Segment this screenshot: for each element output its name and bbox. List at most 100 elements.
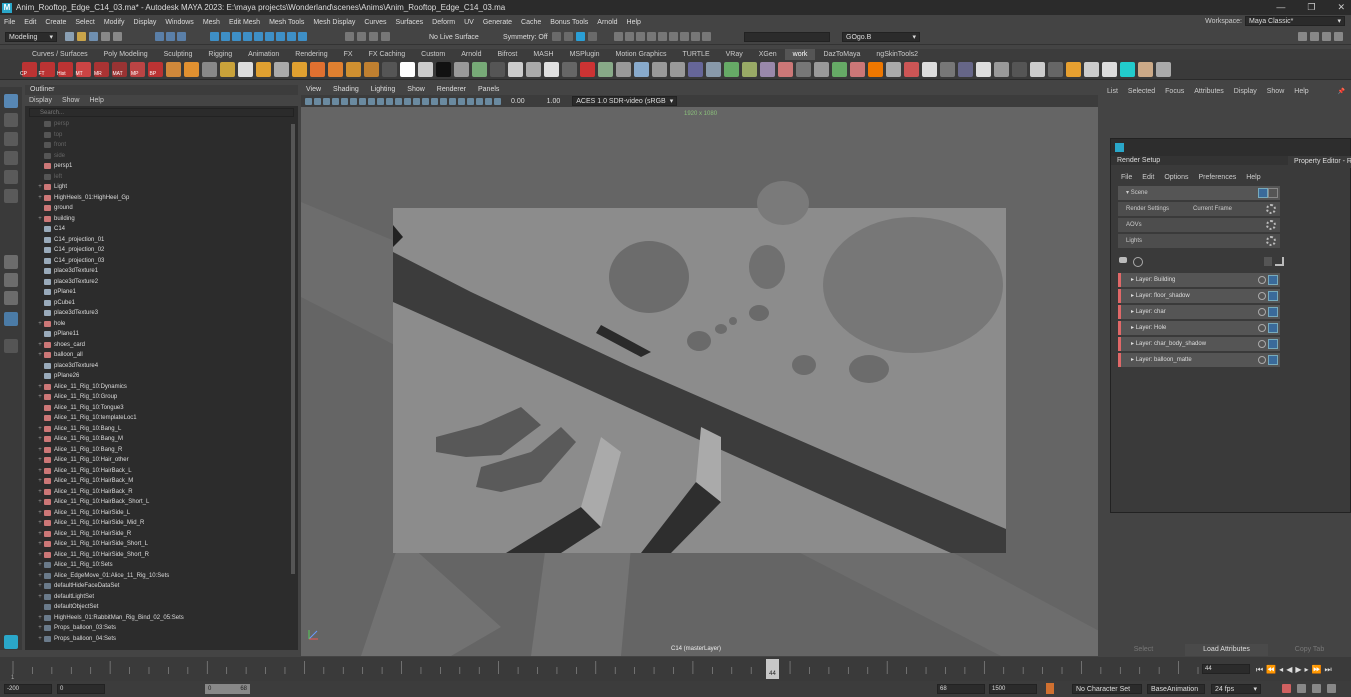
- outliner-item[interactable]: place3dTexture3: [25, 308, 295, 319]
- menu-item-select[interactable]: Select: [75, 19, 94, 26]
- viewport-menu-view[interactable]: View: [306, 85, 321, 95]
- outliner-item[interactable]: + Alice_11_Rig_10:HairSide_L: [25, 508, 295, 519]
- shelf-tool-icon[interactable]: [993, 62, 1009, 77]
- expand-toggle-icon[interactable]: +: [36, 350, 44, 361]
- motion-blur-icon[interactable]: [467, 97, 474, 105]
- xray-icon[interactable]: [494, 97, 501, 105]
- shelf-tool-icon[interactable]: [615, 62, 631, 77]
- exposure-field[interactable]: 0.00: [511, 98, 525, 105]
- shelf-tool-icon[interactable]: [291, 62, 307, 77]
- shelf-tab-sculpting[interactable]: Sculpting: [156, 49, 201, 60]
- menu-item-display[interactable]: Display: [133, 19, 156, 26]
- delete-layer-icon[interactable]: [1264, 257, 1272, 266]
- shelf-tool-icon[interactable]: [903, 62, 919, 77]
- go-to-start-icon[interactable]: ⏮: [1256, 665, 1263, 675]
- shelf-tool-icon[interactable]: [579, 62, 595, 77]
- outliner-item[interactable]: + Alice_11_Rig_10:Hair_other: [25, 455, 295, 466]
- expand-toggle-icon[interactable]: +: [36, 581, 44, 592]
- menu-item-modify[interactable]: Modify: [104, 19, 125, 26]
- render-frame-icon[interactable]: [552, 32, 561, 41]
- viewport-menu-shading[interactable]: Shading: [333, 85, 359, 95]
- render-layer-row[interactable]: ▸ Layer: Hole: [1118, 321, 1280, 335]
- close-icon[interactable]: ✕: [1337, 2, 1345, 13]
- menu-item-deform[interactable]: Deform: [432, 19, 455, 26]
- layout-icon[interactable]: [614, 32, 623, 41]
- expand-toggle-icon[interactable]: +: [36, 434, 44, 445]
- ipr-icon[interactable]: [564, 32, 573, 41]
- shelf-tool-icon[interactable]: [651, 62, 667, 77]
- outliner-menu-show[interactable]: Show: [62, 95, 80, 106]
- camera-dropdown[interactable]: GOgo.B ▾: [842, 32, 920, 42]
- render-layer-row[interactable]: ▸ Layer: Building: [1118, 273, 1280, 287]
- step-back-key-icon[interactable]: ⏪: [1266, 665, 1276, 675]
- minimize-icon[interactable]: —: [1276, 2, 1285, 13]
- visibility-eye-icon[interactable]: [1258, 356, 1266, 364]
- symmetry-label[interactable]: Symmetry: Off: [503, 34, 548, 41]
- outliner-search-input[interactable]: Search...: [29, 108, 294, 117]
- expand-toggle-icon[interactable]: +: [36, 550, 44, 561]
- shelf-tool-icon[interactable]: [237, 62, 253, 77]
- outliner-item[interactable]: + HighHeels_01:HighHeel_Gp: [25, 193, 295, 204]
- tool-settings-icon[interactable]: [1322, 32, 1331, 41]
- shelf-tool-icon[interactable]: [1011, 62, 1027, 77]
- render-setup-menu-edit[interactable]: Edit: [1142, 171, 1154, 184]
- expand-toggle-icon[interactable]: +: [36, 508, 44, 519]
- gear-icon[interactable]: [1266, 204, 1276, 214]
- input-ops-icon[interactable]: [345, 32, 354, 41]
- visibility-eye-icon[interactable]: [1258, 276, 1266, 284]
- render-layer-row[interactable]: ▸ Layer: balloon_matte: [1118, 353, 1280, 367]
- menu-item-mesh-tools[interactable]: Mesh Tools: [269, 19, 304, 26]
- outliner-item[interactable]: pPlane26: [25, 371, 295, 382]
- outliner-item[interactable]: + hole: [25, 319, 295, 330]
- viewport-menu-panels[interactable]: Panels: [478, 85, 499, 95]
- render-settings-icon[interactable]: [576, 32, 585, 41]
- select-hierarchy-icon[interactable]: [155, 32, 164, 41]
- shelf-tool-icon[interactable]: [975, 62, 991, 77]
- shelf-tool-icon[interactable]: [345, 62, 361, 77]
- sound-icon[interactable]: [1297, 684, 1306, 693]
- outliner-scrollbar[interactable]: [291, 124, 295, 574]
- expand-toggle-icon[interactable]: +: [36, 214, 44, 225]
- modeling-toolkit-icon[interactable]: [1298, 32, 1307, 41]
- render-setup-menu-preferences[interactable]: Preferences: [1198, 171, 1236, 184]
- layout-icon[interactable]: [669, 32, 678, 41]
- camera-attr-icon[interactable]: [314, 97, 321, 105]
- magnify-icon[interactable]: [4, 339, 18, 353]
- render-layer-row[interactable]: ▸ Layer: char: [1118, 305, 1280, 319]
- paint-select-icon[interactable]: [4, 132, 18, 146]
- shelf-tool-icon[interactable]: [435, 62, 451, 77]
- output-ops-icon[interactable]: [357, 32, 366, 41]
- animation-end-field[interactable]: 1500: [989, 684, 1037, 694]
- gate-mask-icon[interactable]: [368, 97, 375, 105]
- shelf-tool-icon[interactable]: [471, 62, 487, 77]
- history-icon[interactable]: [369, 32, 378, 41]
- image-plane-icon[interactable]: [332, 97, 339, 105]
- playback-end-field[interactable]: 68: [937, 684, 985, 694]
- shelf-tab-bifrost[interactable]: Bifrost: [490, 49, 526, 60]
- menu-item-cache[interactable]: Cache: [521, 19, 541, 26]
- outliner-item[interactable]: C14: [25, 224, 295, 235]
- shelf-tool-icon[interactable]: [417, 62, 433, 77]
- auto-key-icon[interactable]: [1046, 683, 1054, 694]
- shelf-tool-icon[interactable]: [885, 62, 901, 77]
- film-gate-icon[interactable]: [350, 97, 357, 105]
- snap-curve-icon[interactable]: [221, 32, 230, 41]
- snap-point-icon[interactable]: [232, 32, 241, 41]
- create-light-collection-icon[interactable]: [1133, 257, 1143, 267]
- attr-menu-focus[interactable]: Focus: [1165, 85, 1184, 99]
- outliner-item[interactable]: persp1: [25, 161, 295, 172]
- outliner-item[interactable]: defaultObjectSet: [25, 602, 295, 613]
- move-tool-icon[interactable]: [4, 151, 18, 165]
- gamma-field[interactable]: 1.00: [547, 98, 561, 105]
- loop-icon[interactable]: [1282, 684, 1291, 693]
- outliner-item[interactable]: + Alice_11_Rig_10:HairBack_Short_L: [25, 497, 295, 508]
- expand-toggle-icon[interactable]: +: [36, 319, 44, 330]
- shelf-tool-icon[interactable]: [705, 62, 721, 77]
- renderable-toggle-icon[interactable]: [1268, 291, 1278, 301]
- menu-item-help[interactable]: Help: [627, 19, 641, 26]
- step-forward-icon[interactable]: ▸: [1305, 665, 1309, 675]
- outliner-item[interactable]: + Alice_11_Rig_10:Bang_M: [25, 434, 295, 445]
- shelf-tab-ngskintools2[interactable]: ngSkinTools2: [868, 49, 926, 60]
- outliner-menu-display[interactable]: Display: [29, 95, 52, 106]
- outliner-item[interactable]: C14_projection_02: [25, 245, 295, 256]
